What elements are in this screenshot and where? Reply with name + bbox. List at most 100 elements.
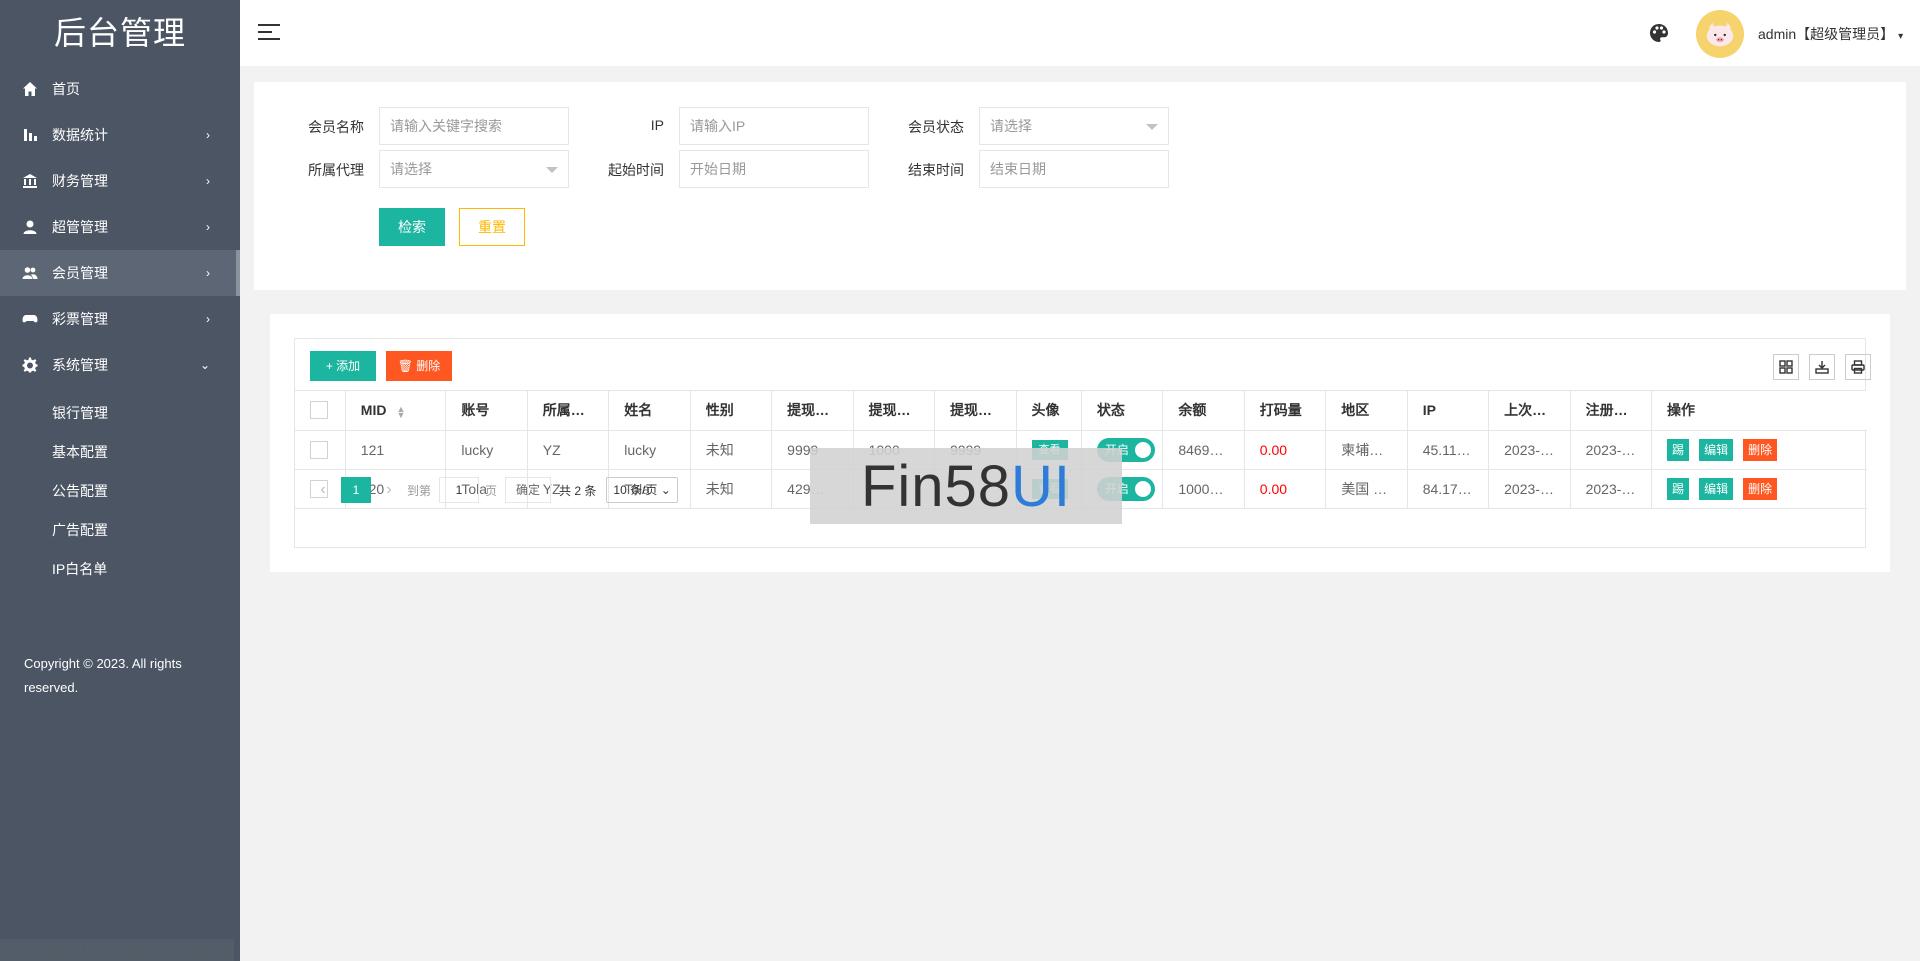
goto-page-input[interactable]: 1 <box>439 477 480 503</box>
column-header-agent: 所属… <box>527 391 610 431</box>
chevron-right-icon: › <box>206 220 210 234</box>
column-header-status: 状态 <box>1081 391 1164 431</box>
export-icon[interactable] <box>1809 354 1835 380</box>
cell-actions: 踢编辑 删除 <box>1651 430 1867 470</box>
avatar[interactable] <box>1696 10 1744 58</box>
sidebar-item-members[interactable]: 会员管理 › <box>0 250 240 296</box>
watermark-logo: Fin58 UI <box>810 448 1122 524</box>
dropdown-arrow-icon <box>1146 124 1158 130</box>
copyright-text: Copyright © 2023. All rights reserved. <box>24 656 182 695</box>
prev-page-button[interactable]: ‹ <box>311 481 335 499</box>
sidebar: 后台管理 首页 数据统计 › 财务管理 › 超管管理 › 会员管理 › 彩票管理… <box>0 0 240 961</box>
bar-chart-icon <box>20 127 40 143</box>
member-name-input[interactable]: 请输入关键字搜索 <box>379 107 569 145</box>
sidebar-item-home[interactable]: 首页 <box>0 66 240 112</box>
sidebar-item-label: 会员管理 <box>52 265 108 281</box>
member-status-value: 请选择 <box>990 118 1032 134</box>
search-button[interactable]: 检索 <box>379 208 445 246</box>
cell-last-login: 2023-… <box>1488 469 1571 509</box>
goto-confirm-button[interactable]: 确定 <box>505 477 552 503</box>
cell-register-time: 2023-… <box>1570 469 1653 509</box>
add-button[interactable]: + 添加 <box>310 351 376 381</box>
ip-input[interactable]: 请输入IP <box>679 107 869 145</box>
start-date-input[interactable]: 开始日期 <box>679 150 869 188</box>
column-header-last-login: 上次… <box>1488 391 1571 431</box>
edit-button[interactable]: 编辑 <box>1699 438 1734 461</box>
palette-icon[interactable] <box>1648 22 1670 44</box>
columns-filter-icon[interactable] <box>1773 354 1799 380</box>
column-header-name: 姓名 <box>608 391 691 431</box>
sidebar-item-lottery[interactable]: 彩票管理 › <box>0 296 240 342</box>
sidebar-item-system[interactable]: 系统管理 ⌄ <box>0 342 240 388</box>
select-all-checkbox[interactable] <box>310 401 328 420</box>
cell-balance: 1000… <box>1162 469 1245 509</box>
sidebar-item-label: 超管管理 <box>52 219 108 235</box>
sort-icon[interactable]: ▲ ▼ <box>396 404 405 419</box>
cell-balance: 8469… <box>1162 430 1245 470</box>
sidebar-subitem-ip-whitelist[interactable]: IP白名单 <box>0 550 240 589</box>
sidebar-subitem-basic-config[interactable]: 基本配置 <box>0 433 240 472</box>
column-header-actions: 操作 <box>1651 391 1867 431</box>
sidebar-item-finance[interactable]: 财务管理 › <box>0 158 240 204</box>
page-1-button[interactable]: 1 <box>341 477 371 503</box>
end-date-input[interactable]: 结束日期 <box>979 150 1169 188</box>
cell-actions: 踢编辑 删除 <box>1651 469 1867 509</box>
cell-code-amount: 0.00 <box>1244 469 1327 509</box>
agent-select[interactable]: 请选择 <box>379 150 569 188</box>
gamepad-icon <box>20 311 40 327</box>
table-header-row: MID ▲ ▼ 账号 所属… 姓名 性别 提现… 提现… 提现… 头像 状态 余额 … <box>295 391 1867 431</box>
next-page-button[interactable]: › <box>377 481 401 499</box>
app-title: 后台管理 <box>53 15 186 51</box>
sidebar-item-super-admin[interactable]: 超管管理 › <box>0 204 240 250</box>
sidebar-subitem-bank[interactable]: 银行管理 <box>0 394 240 433</box>
batch-delete-button[interactable]: 🗑 删除 <box>386 351 452 381</box>
cell-gender: 未知 <box>690 469 773 509</box>
page-unit-label: 页 <box>485 483 498 498</box>
cell-ip: 84.17… <box>1407 469 1490 509</box>
column-header-mid[interactable]: MID ▲ ▼ <box>345 391 447 431</box>
row-checkbox[interactable] <box>310 440 328 459</box>
kick-button[interactable]: 踢 <box>1667 438 1690 461</box>
top-header: admin【超级管理员】 ▾ <box>240 0 1920 66</box>
select-all-cell <box>295 391 346 431</box>
sidebar-item-statistics[interactable]: 数据统计 › <box>0 112 240 158</box>
sidebar-item-label: 首页 <box>52 81 80 97</box>
column-header-balance: 余额 <box>1162 391 1245 431</box>
cell-region: 柬埔… <box>1325 430 1408 470</box>
pagination: ‹ 1 › 到第 1 页 确定 共 2 条 10 条/页 ⌄ <box>295 470 678 510</box>
column-header-account: 账号 <box>445 391 528 431</box>
page-size-select[interactable]: 10 条/页 ⌄ <box>606 477 678 503</box>
column-header-register-time: 注册… <box>1570 391 1653 431</box>
chevron-right-icon: › <box>206 174 210 188</box>
reset-button[interactable]: 重置 <box>459 208 525 246</box>
total-count: 共 2 条 <box>559 483 597 498</box>
sidebar-subitem-ad-config[interactable]: 广告配置 <box>0 511 240 550</box>
member-status-select[interactable]: 请选择 <box>979 107 1169 145</box>
edit-button[interactable]: 编辑 <box>1699 477 1734 500</box>
kick-button[interactable]: 踢 <box>1667 477 1690 500</box>
delete-button[interactable]: 删除 <box>1743 438 1778 461</box>
agent-label: 所属代理 <box>308 162 364 178</box>
start-time-label: 起始时间 <box>608 162 664 178</box>
sidebar-item-label: 财务管理 <box>52 173 108 189</box>
ip-label: IP <box>650 117 664 133</box>
print-icon[interactable] <box>1845 354 1871 380</box>
search-form: 会员名称 请输入关键字搜索 IP 请输入IP 会员状态 请选择 所属代理 请选择… <box>254 82 1906 290</box>
column-header-withdraw-2: 提现… <box>853 391 936 431</box>
sidebar-item-label: 数据统计 <box>52 127 108 143</box>
delete-button[interactable]: 删除 <box>1743 477 1778 500</box>
menu-toggle-icon[interactable] <box>258 24 280 42</box>
user-icon <box>20 219 40 235</box>
member-name-label: 会员名称 <box>308 119 364 135</box>
cell-name: lucky <box>608 430 691 470</box>
agent-value: 请选择 <box>390 161 432 177</box>
sidebar-subitem-notice-config[interactable]: 公告配置 <box>0 472 240 511</box>
column-header-ip: IP <box>1407 391 1490 431</box>
end-time-label: 结束时间 <box>908 162 964 178</box>
cell-gender: 未知 <box>690 430 773 470</box>
cell-agent: YZ <box>527 430 610 470</box>
column-header-gender: 性别 <box>690 391 773 431</box>
column-header-withdraw-3: 提现… <box>934 391 1017 431</box>
caret-down-icon: ▾ <box>1898 31 1904 42</box>
user-menu[interactable]: admin【超级管理员】 ▾ <box>1758 24 1903 44</box>
